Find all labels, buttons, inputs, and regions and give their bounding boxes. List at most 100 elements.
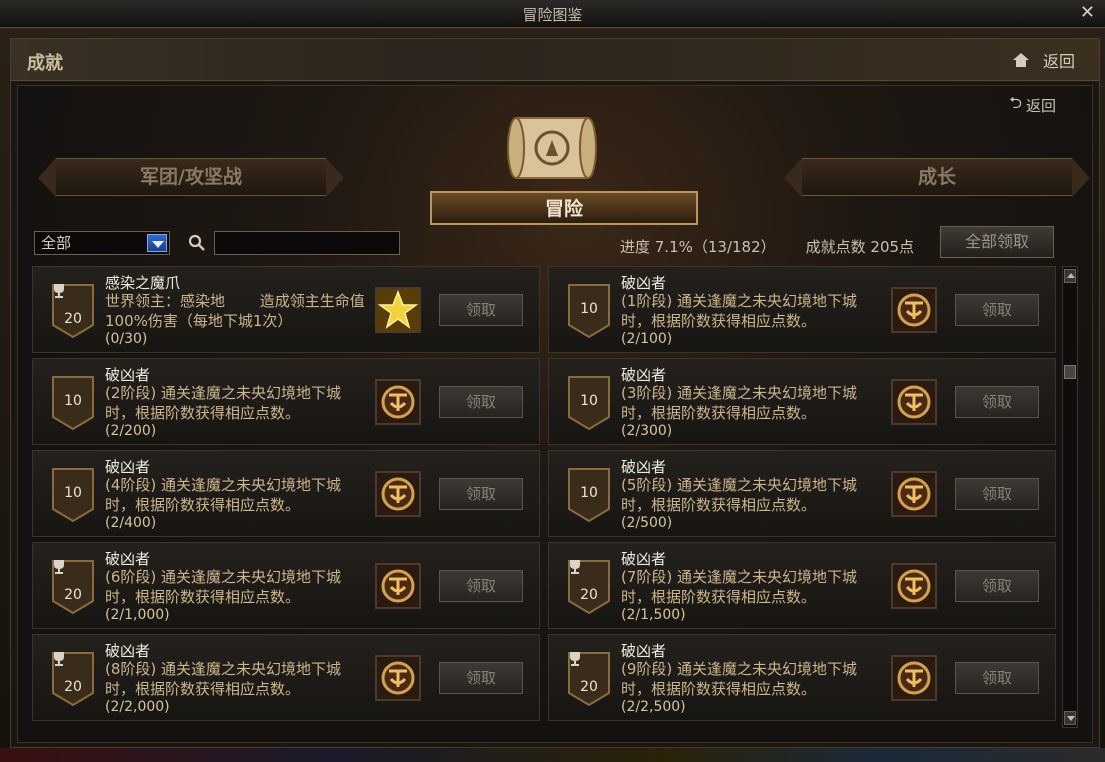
close-icon[interactable]: ✕ <box>1080 2 1095 23</box>
title-bar[interactable]: 冒险图鉴 ✕ <box>0 0 1105 28</box>
achievement-progress: (0/30) <box>105 331 148 347</box>
points-value: 20 <box>64 311 82 327</box>
emblem-icon[interactable] <box>891 471 937 517</box>
back-label[interactable]: 返回 <box>1043 48 1075 72</box>
panel-header: 成就 返回 <box>11 39 1099 81</box>
achievement-desc: (3阶段) 通关逢魔之未央幻境地下城时，根据阶数获得相应点数。 <box>621 384 858 422</box>
back-arrow-icon: ⮌ <box>1009 93 1022 112</box>
achievement-desc: (4阶段) 通关逢魔之未央幻境地下城时，根据阶数获得相应点数。 <box>105 476 342 514</box>
points-badge: 20 <box>51 651 95 707</box>
achievement-name: 破凶者 <box>105 642 151 660</box>
achievement-panel: 成就 返回 ⮌ 返回 军团/攻坚战 成长 冒险 全部 进度 7.1%（13/18… <box>10 38 1100 748</box>
claim-button[interactable]: 领取 <box>955 662 1039 694</box>
achievement-progress: (2/2,500) <box>621 699 686 715</box>
achievement-card: 20 破凶者 (8阶段) 通关逢魔之未央幻境地下城时，根据阶数获得相应点数。 (… <box>32 634 540 721</box>
tab-adventure[interactable]: 冒险 <box>430 191 698 225</box>
emblem-icon[interactable] <box>375 655 421 701</box>
claim-button[interactable]: 领取 <box>439 662 523 694</box>
points-value: 10 <box>580 301 598 317</box>
points-value: 20 <box>64 587 82 603</box>
chevron-down-icon[interactable] <box>147 234 167 252</box>
achievement-desc: (7阶段) 通关逢魔之未央幻境地下城时，根据阶数获得相应点数。 <box>621 568 858 606</box>
search-icon[interactable] <box>188 234 206 252</box>
achievement-name: 破凶者 <box>105 458 151 476</box>
points-value: 20 <box>580 679 598 695</box>
scroll-thumb[interactable] <box>1064 365 1076 379</box>
claim-button[interactable]: 领取 <box>439 478 523 510</box>
progress-text: 进度 7.1%（13/182） <box>620 238 776 256</box>
emblem-icon[interactable] <box>891 287 937 333</box>
achievement-progress: (2/1,500) <box>621 607 686 623</box>
emblem-icon[interactable] <box>375 471 421 517</box>
emblem-icon[interactable] <box>375 379 421 425</box>
claim-button[interactable]: 领取 <box>955 386 1039 418</box>
emblem-icon[interactable] <box>891 655 937 701</box>
points-value: 10 <box>64 485 82 501</box>
scroll-compass-icon <box>507 117 597 179</box>
achievement-desc: (6阶段) 通关逢魔之未央幻境地下城时，根据阶数获得相应点数。 <box>105 568 342 606</box>
achievement-name: 破凶者 <box>105 366 151 384</box>
progress-info: 进度 7.1%（13/182） 成就点数 205点 <box>620 236 914 257</box>
points-badge: 20 <box>51 559 95 615</box>
home-back-button[interactable]: 返回 <box>1012 48 1075 72</box>
achievement-card: 10 破凶者 (2阶段) 通关逢魔之未央幻境地下城时，根据阶数获得相应点数。 (… <box>32 358 540 445</box>
achievement-progress: (2/500) <box>621 515 673 531</box>
achievement-card: 20 破凶者 (7阶段) 通关逢魔之未央幻境地下城时，根据阶数获得相应点数。 (… <box>548 542 1056 629</box>
tab-legion-siege[interactable]: 军团/攻坚战 <box>38 158 344 197</box>
points-text: 成就点数 205点 <box>805 238 915 256</box>
achievement-card: 20 感染之魔爪 世界领主：感染地 造成领主生命值100%伤害（每地下城1次） … <box>32 266 540 353</box>
sub-back-button[interactable]: ⮌ 返回 <box>1009 92 1056 119</box>
window-title: 冒险图鉴 <box>522 6 583 24</box>
star-crystal-icon[interactable] <box>375 287 421 333</box>
emblem-icon[interactable] <box>891 379 937 425</box>
achievement-card: 10 破凶者 (1阶段) 通关逢魔之未央幻境地下城时，根据阶数获得相应点数。 (… <box>548 266 1056 353</box>
claim-button[interactable]: 领取 <box>955 570 1039 602</box>
achievement-name: 破凶者 <box>621 642 667 660</box>
claim-button[interactable]: 领取 <box>439 294 523 326</box>
achievement-name: 破凶者 <box>621 550 667 568</box>
achievement-card: 10 破凶者 (5阶段) 通关逢魔之未央幻境地下城时，根据阶数获得相应点数。 (… <box>548 450 1056 537</box>
scroll-down-button[interactable] <box>1064 711 1076 725</box>
achievement-progress: (2/400) <box>105 515 157 531</box>
scrollbar[interactable] <box>1062 266 1078 728</box>
achievement-name: 破凶者 <box>105 550 151 568</box>
achievement-name: 破凶者 <box>621 458 667 476</box>
search-input[interactable] <box>214 231 400 255</box>
achievement-desc: (9阶段) 通关逢魔之未央幻境地下城时，根据阶数获得相应点数。 <box>621 660 858 698</box>
claim-button[interactable]: 领取 <box>955 478 1039 510</box>
claim-all-button[interactable]: 全部领取 <box>940 226 1054 258</box>
points-badge: 10 <box>567 375 611 431</box>
claim-button[interactable]: 领取 <box>955 294 1039 326</box>
home-icon[interactable] <box>1012 53 1029 67</box>
claim-button[interactable]: 领取 <box>439 570 523 602</box>
category-dropdown[interactable]: 全部 <box>34 231 170 255</box>
points-value: 20 <box>64 679 82 695</box>
emblem-icon[interactable] <box>891 563 937 609</box>
section-title: 成就 <box>27 53 63 74</box>
achievement-progress: (2/300) <box>621 423 673 439</box>
points-value: 10 <box>580 393 598 409</box>
points-badge: 10 <box>51 375 95 431</box>
points-badge: 20 <box>567 559 611 615</box>
points-badge: 10 <box>51 467 95 523</box>
emblem-icon[interactable] <box>375 563 421 609</box>
achievement-content: ⮌ 返回 军团/攻坚战 成长 冒险 全部 进度 7.1%（13/182） 成就点… <box>17 85 1093 743</box>
game-hud-strip <box>0 748 1105 762</box>
tab-growth[interactable]: 成长 <box>784 158 1090 197</box>
achievement-progress: (2/1,000) <box>105 607 170 623</box>
achievement-desc: (5阶段) 通关逢魔之未央幻境地下城时，根据阶数获得相应点数。 <box>621 476 858 514</box>
achievement-name: 破凶者 <box>621 366 667 384</box>
achievement-progress: (2/2,000) <box>105 699 170 715</box>
adventure-guide-window: 冒险图鉴 ✕ 成就 返回 ⮌ 返回 军团/攻坚战 成长 冒险 全部 进度 7.1… <box>0 0 1105 762</box>
dropdown-value: 全部 <box>41 234 72 252</box>
achievement-list: 20 感染之魔爪 世界领主：感染地 造成领主生命值100%伤害（每地下城1次） … <box>32 266 1060 726</box>
achievement-name: 破凶者 <box>621 274 667 292</box>
trophy-icon <box>54 560 64 574</box>
claim-button[interactable]: 领取 <box>439 386 523 418</box>
achievement-progress: (2/200) <box>105 423 157 439</box>
points-badge: 10 <box>567 467 611 523</box>
sub-back-label: 返回 <box>1025 97 1056 115</box>
scroll-up-button[interactable] <box>1064 269 1076 283</box>
achievement-desc: (2阶段) 通关逢魔之未央幻境地下城时，根据阶数获得相应点数。 <box>105 384 342 422</box>
trophy-icon <box>54 652 64 666</box>
